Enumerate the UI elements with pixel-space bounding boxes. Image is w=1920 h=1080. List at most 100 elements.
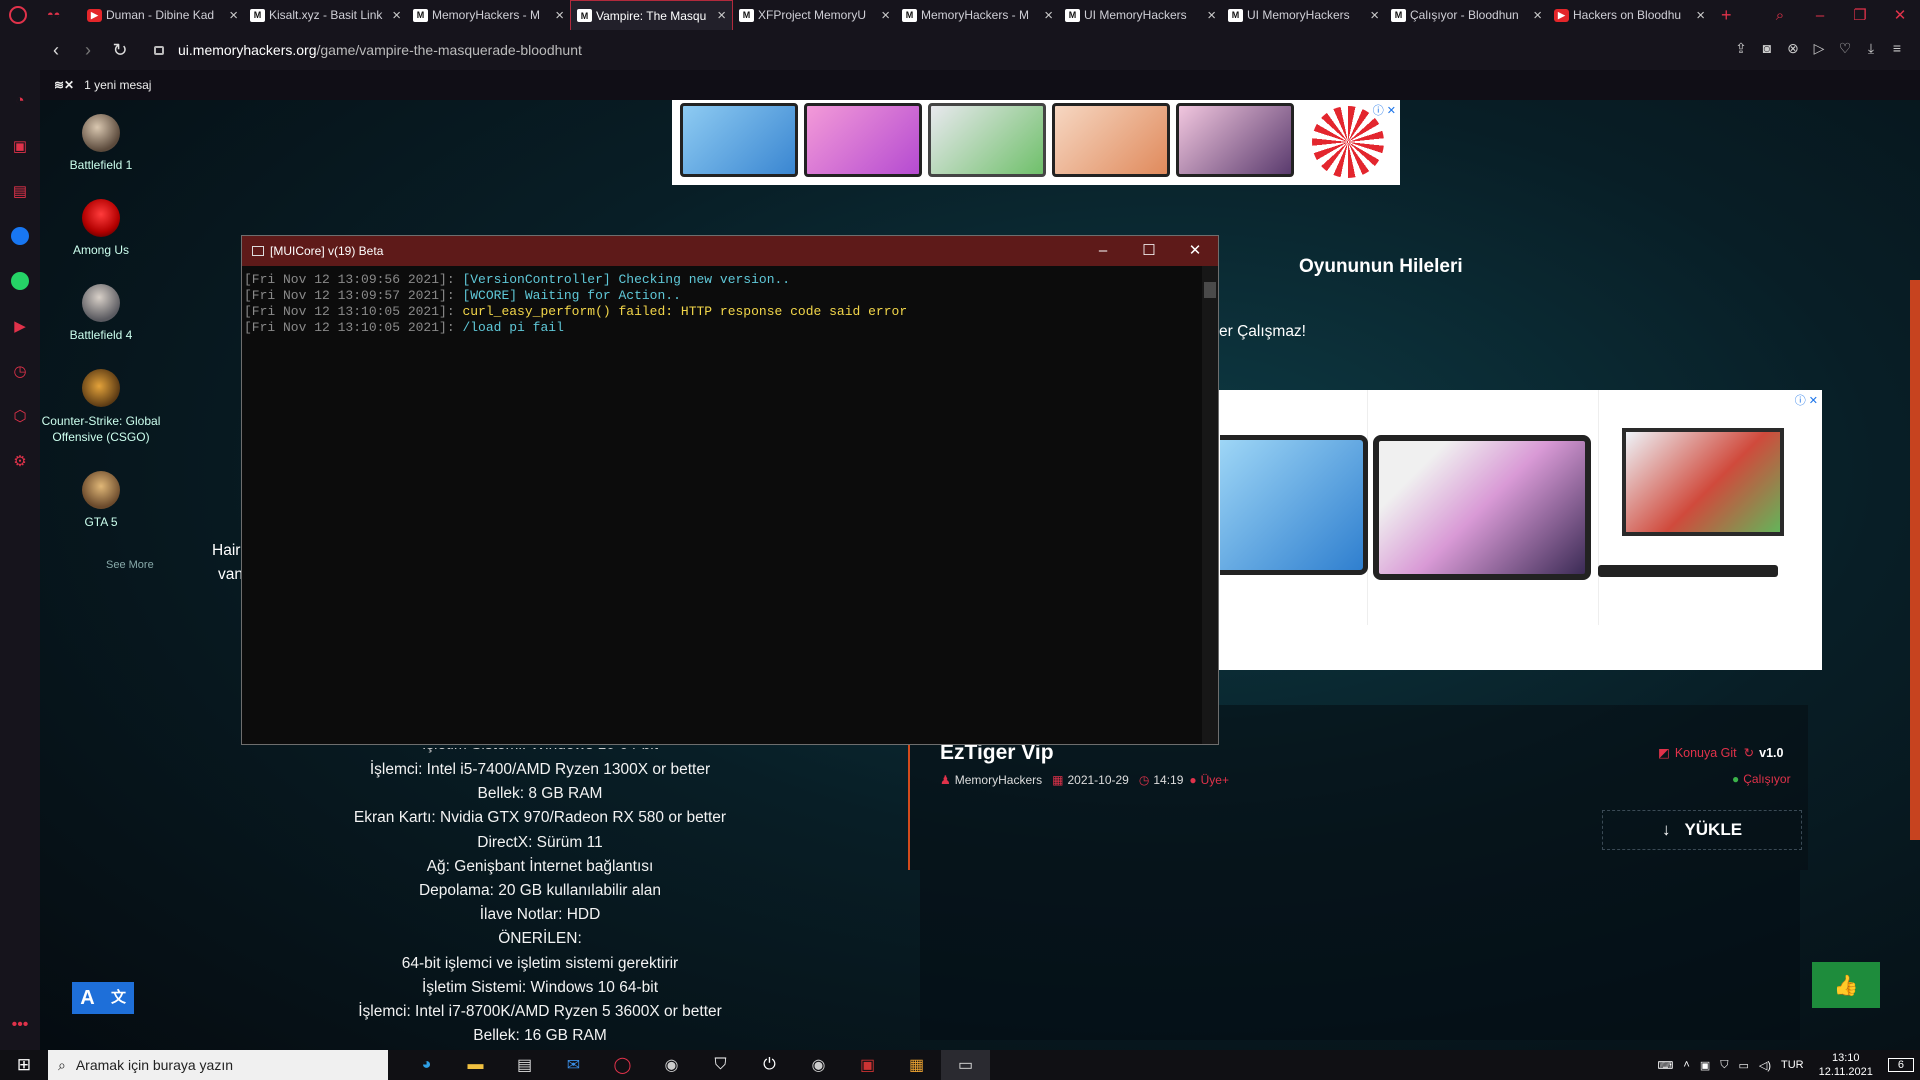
browser-tab[interactable]: M UI MemoryHackers × [1059,1,1222,29]
download-icon[interactable]: ⤓ [1858,40,1884,57]
clock-time: 13:10 [1831,1052,1860,1064]
topic-link[interactable]: Konuya Git [1675,746,1737,760]
volume-icon[interactable]: ◁) [1759,1059,1771,1072]
search-tabs-icon[interactable]: ⌕ [1760,7,1800,24]
store-icon[interactable]: ▤ [500,1050,549,1080]
messenger-icon[interactable] [0,213,40,258]
see-more-link[interactable]: See More [106,559,154,571]
forward-icon[interactable]: › [72,40,104,61]
chevron-up-icon[interactable]: ˄ [1683,1059,1689,1071]
steam-icon[interactable]: ◉ [794,1050,843,1080]
mail-icon[interactable]: ✉ [549,1050,598,1080]
minimize-icon[interactable]: – [1800,7,1840,24]
message-notice[interactable]: 1 yeni mesaj [84,78,151,92]
url-field[interactable]: ui.memoryhackers.org/game/vampire-the-ma… [178,42,582,58]
edge-icon[interactable]: ◕ [402,1050,451,1080]
cheat-author[interactable]: MemoryHackers [955,773,1042,787]
back-icon[interactable]: ‹ [40,40,72,61]
tab-close-icon[interactable]: × [1044,7,1053,24]
like-button[interactable]: 👍 [1812,962,1880,1008]
shield-tray-icon[interactable]: ⛉ [1720,1059,1728,1072]
opera-logo-icon[interactable] [9,6,27,24]
game-item[interactable]: Battlefield 4 [41,284,161,342]
language-indicator[interactable]: TUR [1781,1059,1804,1071]
ad-tablet-image [1373,435,1591,580]
tab-close-icon[interactable]: × [1207,7,1216,24]
console-scrollbar[interactable] [1202,266,1218,744]
ad-info-icon[interactable]: ⓘ ✕ [1373,102,1396,118]
shield-icon[interactable]: ⛉ [696,1050,745,1080]
tab-close-icon[interactable]: × [717,7,726,24]
tab-close-icon[interactable]: × [881,7,890,24]
console-controls: – ☐ ✕ [1080,236,1218,266]
gx-control-icon[interactable]: ◓◓ [47,9,65,21]
heart-icon[interactable]: ♡ [1832,40,1858,57]
game-item[interactable]: GTA 5 [41,471,161,529]
menu-icon[interactable]: ≡ [1884,40,1910,57]
top-ad-banner[interactable]: ⓘ ✕ [672,100,1400,185]
camera-icon[interactable]: ◙ [1754,40,1780,57]
browser-tab[interactable]: M UI MemoryHackers × [1222,1,1385,29]
ad-info-icon[interactable]: ⓘ ✕ [1795,392,1818,408]
twitch-icon[interactable]: ▤ [0,168,40,213]
keyboard-icon[interactable]: ⌨ [1658,1059,1674,1072]
maximize-icon[interactable]: ☐ [1126,236,1172,266]
tab-close-icon[interactable]: × [392,7,401,24]
browser-tab[interactable]: M Çalışıyor - Bloodhun × [1385,1,1548,29]
new-tab-icon[interactable]: + [1721,5,1732,26]
close-icon[interactable]: ✕ [1172,236,1218,266]
browser-tab[interactable]: M MemoryHackers - M × [896,1,1059,29]
whatsapp-icon[interactable] [0,258,40,303]
more-icon[interactable]: ••• [0,1016,40,1034]
steam-icon[interactable]: ◉ [647,1050,696,1080]
file-explorer-icon[interactable]: ▬ [451,1050,500,1080]
game-item[interactable]: Counter-Strike: Global Offensive (CSGO) [41,369,161,445]
app-tray-icon[interactable]: ▣ [1700,1059,1710,1072]
download-button[interactable]: ↓ YÜKLE [1602,810,1802,850]
page-scrollbar[interactable] [1910,280,1920,840]
speed-dial-icon[interactable]: ◔ [0,78,40,123]
console-app-icon[interactable]: ▭ [941,1050,990,1080]
notifications-icon[interactable]: 6 [1887,1058,1914,1072]
ad-tablet-image [1052,103,1170,177]
game-item[interactable]: Among Us [41,199,161,257]
tab-close-icon[interactable]: × [1370,7,1379,24]
tab-close-icon[interactable]: × [1533,7,1542,24]
browser-tab[interactable]: M Vampire: The Masqu × [570,0,733,30]
console-line: [Fri Nov 12 13:09:56 2021]: [VersionCont… [244,272,1218,288]
share-icon[interactable]: ⇪ [1728,40,1754,57]
tab-close-icon[interactable]: × [1696,7,1705,24]
console-output[interactable]: [Fri Nov 12 13:09:56 2021]: [VersionCont… [242,266,1218,336]
send-icon[interactable]: ▷ [1806,40,1832,57]
browser-tab[interactable]: M MemoryHackers - M × [407,1,570,29]
browser-tab[interactable]: ▶ Hackers on Bloodhu × [1548,1,1711,29]
close-icon[interactable]: ✕ [1880,6,1920,24]
adblock-icon[interactable]: ⊗ [1780,40,1806,57]
player-icon[interactable]: ▶ [0,303,40,348]
taskbar-search[interactable]: ⌕ Aramak için buraya yazın [48,1050,388,1080]
settings-icon[interactable]: ⚙ [0,438,40,483]
scrollbar-thumb[interactable] [1204,282,1216,298]
history-icon[interactable]: ◷ [0,348,40,393]
game-icon[interactable]: ▣ [843,1050,892,1080]
browser-tab[interactable]: M XFProject MemoryU × [733,1,896,29]
translate-widget[interactable]: A文 [72,982,134,1014]
right-ad-banner[interactable]: ⓘ ✕ [1218,390,1822,670]
reload-icon[interactable]: ↻ [104,40,136,61]
tab-close-icon[interactable]: × [229,7,238,24]
tab-close-icon[interactable]: × [555,7,564,24]
cube-icon[interactable]: ⬡ [0,393,40,438]
network-icon[interactable]: ▭ [1738,1059,1748,1072]
console-titlebar[interactable]: [MUICore] v(19) Beta – ☐ ✕ [242,236,1218,266]
archive-icon[interactable]: ▦ [892,1050,941,1080]
minimize-icon[interactable]: – [1080,236,1126,266]
opera-gx-icon[interactable]: ◯ [598,1050,647,1080]
windows-start-icon[interactable]: ⊞ [0,1055,48,1075]
browser-tab[interactable]: M Kisalt.xyz - Basit Link × [244,1,407,29]
browser-tab[interactable]: ▶ Duman - Dibine Kad × [81,1,244,29]
game-item[interactable]: Battlefield 1 [41,114,161,172]
clock[interactable]: 13:10 12.11.2021 [1819,1051,1873,1079]
app-icon[interactable]: ⏻ [745,1050,794,1080]
restore-icon[interactable]: ❐ [1840,6,1880,24]
gx-corner-icon[interactable]: ▣ [0,123,40,168]
